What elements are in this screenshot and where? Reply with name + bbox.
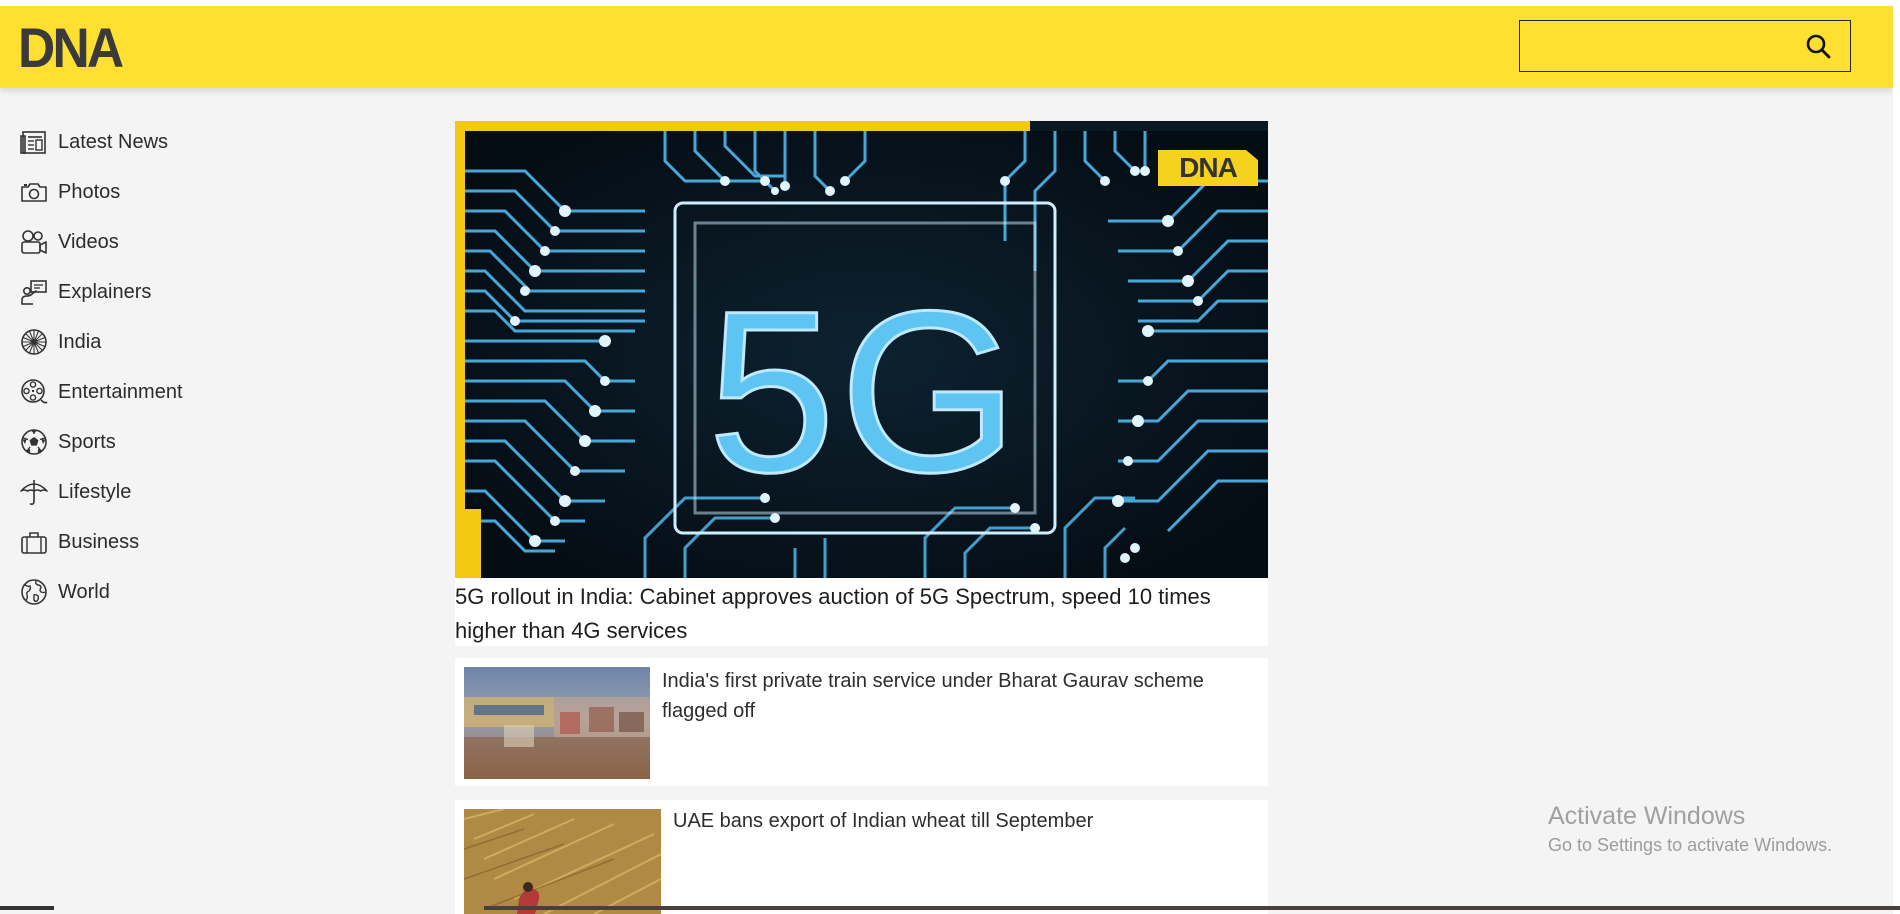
bottom-edge-left [0,906,54,910]
hero-image[interactable]: 5G DNA [455,121,1268,578]
page: DNA Latest News Photos Videos Explainers… [0,0,1900,914]
film-reel-icon [18,376,50,408]
dna-badge: DNA [1158,150,1258,186]
story-thumbnail[interactable] [464,809,661,914]
soccer-ball-icon [18,426,50,458]
hero-5g-text: 5G [708,263,1023,520]
sidebar-item-lifestyle[interactable]: Lifestyle [18,475,131,509]
briefcase-icon [18,526,50,558]
camera-icon [18,176,50,208]
sidebar-item-india[interactable]: India [18,325,101,359]
story-card[interactable]: India's first private train service unde… [455,658,1268,786]
circuit-board-image: 5G [465,131,1268,578]
sidebar-item-label: Lifestyle [58,480,132,503]
hero-caption: 5G rollout in India: Cabinet approves au… [455,578,1268,646]
sidebar-item-photos[interactable]: Photos [18,175,120,209]
ashoka-chakra-icon [18,326,50,358]
globe-icon [18,576,50,608]
sidebar-item-explainers[interactable]: Explainers [18,275,151,309]
sidebar-item-label: India [58,330,102,353]
story-headline[interactable]: UAE bans export of Indian wheat till Sep… [673,806,1233,836]
sidebar-item-label: Entertainment [58,380,183,403]
watermark-title: Activate Windows [1548,802,1746,830]
wheat-field-thumbnail-image [464,809,661,914]
umbrella-icon [18,476,50,508]
sidebar-item-entertainment[interactable]: Entertainment [18,375,183,409]
sidebar-item-label: Explainers [58,280,152,303]
sidebar-item-label: Sports [58,430,116,453]
sidebar-item-label: Business [58,530,140,553]
sidebar-item-world[interactable]: World [18,575,110,609]
train-thumbnail-image [464,667,650,779]
story-thumbnail[interactable] [464,667,650,779]
site-header: DNA [0,6,1893,88]
sidebar-item-sports[interactable]: Sports [18,425,116,459]
sidebar-item-latest-news[interactable]: Latest News [18,125,168,159]
search-button[interactable] [1786,21,1850,70]
sidebar-item-business[interactable]: Business [18,525,139,559]
bottom-edge-right [484,906,1900,910]
story-headline[interactable]: India's first private train service unde… [662,666,1222,726]
sidebar-item-label: Videos [58,230,119,253]
presenter-icon [18,276,50,308]
video-camera-icon [18,226,50,258]
dna-logo[interactable]: DNA [18,20,124,76]
hero-frame-top [455,121,1030,131]
watermark-subtitle: Go to Settings to activate Windows. [1548,835,1833,855]
story-card[interactable]: UAE bans export of Indian wheat till Sep… [455,800,1268,914]
hero-frame-block [455,509,481,578]
hero-headline[interactable]: 5G rollout in India: Cabinet approves au… [455,580,1268,648]
scrollbar[interactable] [1893,0,1900,914]
search-input[interactable] [1520,21,1786,70]
sidebar-item-videos[interactable]: Videos [18,225,119,259]
sidebar-item-label: Photos [58,180,121,203]
sidebar-item-label: World [58,580,110,603]
search-box [1519,20,1851,72]
search-icon [1806,34,1831,58]
activate-windows-watermark: Activate Windows Go to Settings to activ… [1548,800,1832,858]
sidebar-item-label: Latest News [58,130,169,153]
newspaper-icon [18,126,50,158]
